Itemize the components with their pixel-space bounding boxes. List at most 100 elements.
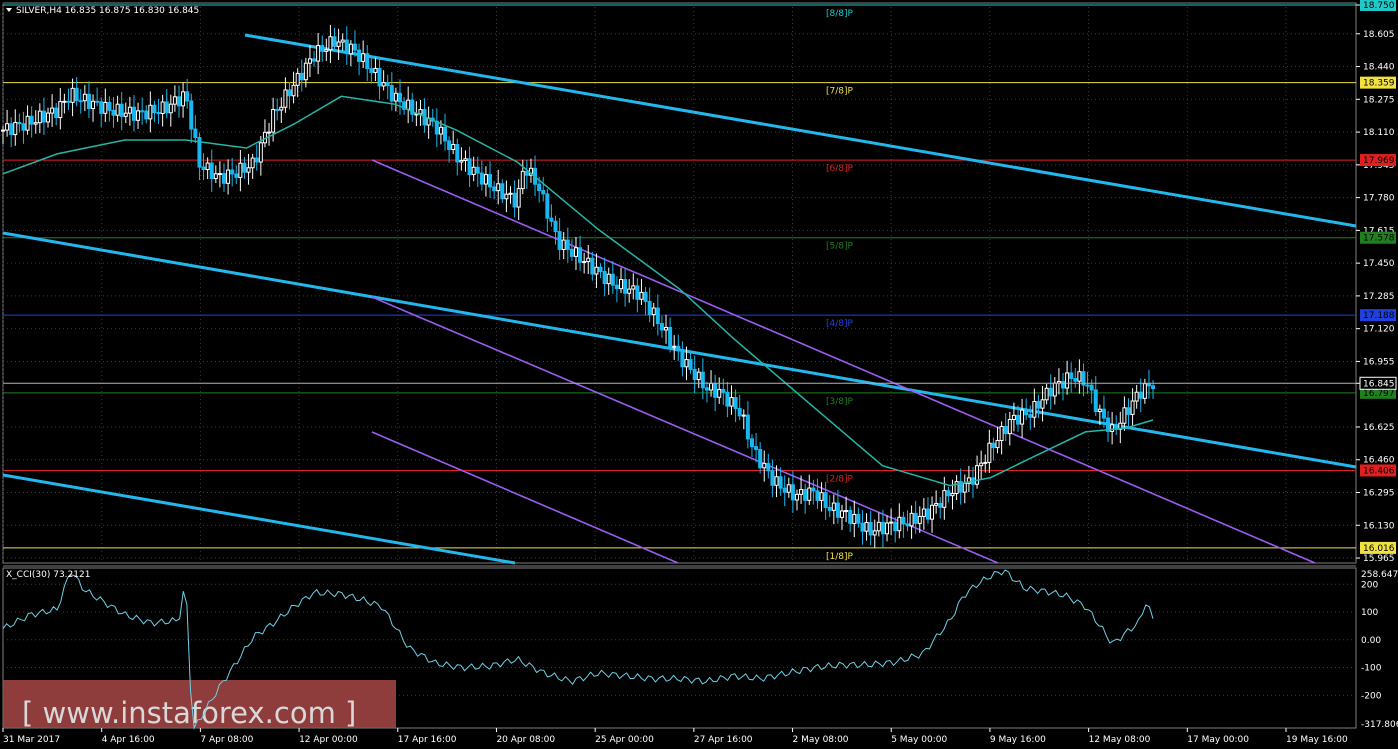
candle-body xyxy=(164,101,169,114)
candle-body xyxy=(905,523,910,527)
cci-tick-label: 0.00 xyxy=(1361,636,1381,646)
candle-body xyxy=(1110,424,1115,432)
candle-body xyxy=(29,115,34,125)
candle-body xyxy=(864,521,869,532)
candle-body xyxy=(1077,371,1082,382)
candle-body xyxy=(1028,414,1033,418)
candle-body xyxy=(999,426,1004,442)
candle-body xyxy=(631,285,636,290)
candle-body xyxy=(406,99,411,110)
candle-body xyxy=(475,166,480,174)
candle-body xyxy=(1036,401,1041,409)
time-tick-label: 9 May 16:00 xyxy=(990,735,1046,745)
candle-body xyxy=(275,109,280,112)
candle-body xyxy=(242,162,247,173)
candle-body xyxy=(1065,372,1070,389)
candle-body xyxy=(786,484,791,493)
candle-body xyxy=(672,345,677,348)
candle-body xyxy=(627,288,632,294)
candle-body xyxy=(471,166,476,176)
candle-body xyxy=(1048,387,1053,397)
candle-body xyxy=(41,110,46,123)
time-tick-label: 19 May 16:00 xyxy=(1286,735,1348,745)
candle-body xyxy=(1024,409,1029,416)
murrey-price-box-label: 17.578 xyxy=(1363,234,1395,244)
candle-body xyxy=(668,326,673,348)
candle-body xyxy=(307,58,312,64)
candle-body xyxy=(160,101,165,114)
candle-body xyxy=(467,158,472,176)
candle-body xyxy=(831,502,836,511)
candle-body xyxy=(54,107,59,119)
candle-body xyxy=(479,172,484,185)
candle-body xyxy=(312,58,317,62)
candle-body xyxy=(447,140,452,150)
candle-body xyxy=(745,414,750,440)
candle-body xyxy=(766,462,771,472)
candle-body xyxy=(737,407,742,417)
time-tick-label: 4 Apr 16:00 xyxy=(102,735,155,745)
cci-tick-label: 100 xyxy=(1361,608,1378,618)
candle-body xyxy=(520,170,525,190)
candle-body xyxy=(234,173,239,178)
candle-body xyxy=(91,100,96,109)
candle-body xyxy=(13,121,18,136)
candle-body xyxy=(103,101,108,114)
candle-body xyxy=(86,93,91,109)
candle-body xyxy=(295,72,300,86)
candle-body xyxy=(508,192,513,195)
candle-body xyxy=(115,103,120,116)
price-tick-label: 17.450 xyxy=(1363,259,1395,269)
candle-body xyxy=(844,510,849,513)
candle-body xyxy=(443,126,448,142)
candle-body xyxy=(938,502,943,508)
candle-body xyxy=(357,49,362,62)
candle-body xyxy=(823,492,828,508)
candle-body xyxy=(95,100,100,103)
price-tick-label: 16.955 xyxy=(1363,357,1395,367)
candle-body xyxy=(152,104,157,114)
candle-body xyxy=(496,183,501,192)
time-tick-label: 5 May 00:00 xyxy=(891,735,947,745)
candle-body xyxy=(66,100,71,103)
candle-body xyxy=(1151,385,1156,390)
candle-body xyxy=(827,506,832,511)
candle-body xyxy=(1142,383,1147,399)
time-tick-label: 12 May 08:00 xyxy=(1089,735,1151,745)
candle-body xyxy=(848,510,853,524)
candle-body xyxy=(639,291,644,300)
candle-body xyxy=(1146,383,1151,387)
candle-body xyxy=(320,45,325,52)
candle-body xyxy=(328,36,333,51)
time-tick-label: 25 Apr 00:00 xyxy=(595,735,654,745)
murrey-price-box-label: 18.750 xyxy=(1363,1,1395,11)
candle-body xyxy=(1089,384,1094,391)
murrey-level-label: [7/8]P xyxy=(826,87,854,97)
time-tick-label: 17 Apr 16:00 xyxy=(398,735,457,745)
candle-body xyxy=(819,492,824,501)
candle-body xyxy=(181,91,186,107)
candle-body xyxy=(1032,401,1037,418)
candle-body xyxy=(172,96,177,105)
candle-body xyxy=(512,192,517,208)
candle-body xyxy=(451,144,456,150)
time-tick-label: 20 Apr 08:00 xyxy=(496,735,555,745)
cci-tick-label: -100 xyxy=(1361,664,1382,674)
candle-body xyxy=(647,300,652,316)
candle-body xyxy=(1015,414,1020,425)
candle-body xyxy=(664,326,669,331)
cci-header: X_CCI(30) 73.2121 xyxy=(6,570,90,580)
candle-body xyxy=(438,126,443,135)
candle-body xyxy=(389,85,394,102)
candle-body xyxy=(623,278,628,294)
candle-body xyxy=(659,323,664,331)
candle-body xyxy=(733,397,738,409)
candle-body xyxy=(578,247,583,263)
candle-body xyxy=(348,43,353,55)
candle-body xyxy=(267,131,272,134)
candle-body xyxy=(291,84,296,97)
candle-body xyxy=(684,359,689,368)
candle-body xyxy=(610,273,615,286)
time-tick-label: 17 May 00:00 xyxy=(1187,735,1249,745)
candle-body xyxy=(680,349,685,368)
